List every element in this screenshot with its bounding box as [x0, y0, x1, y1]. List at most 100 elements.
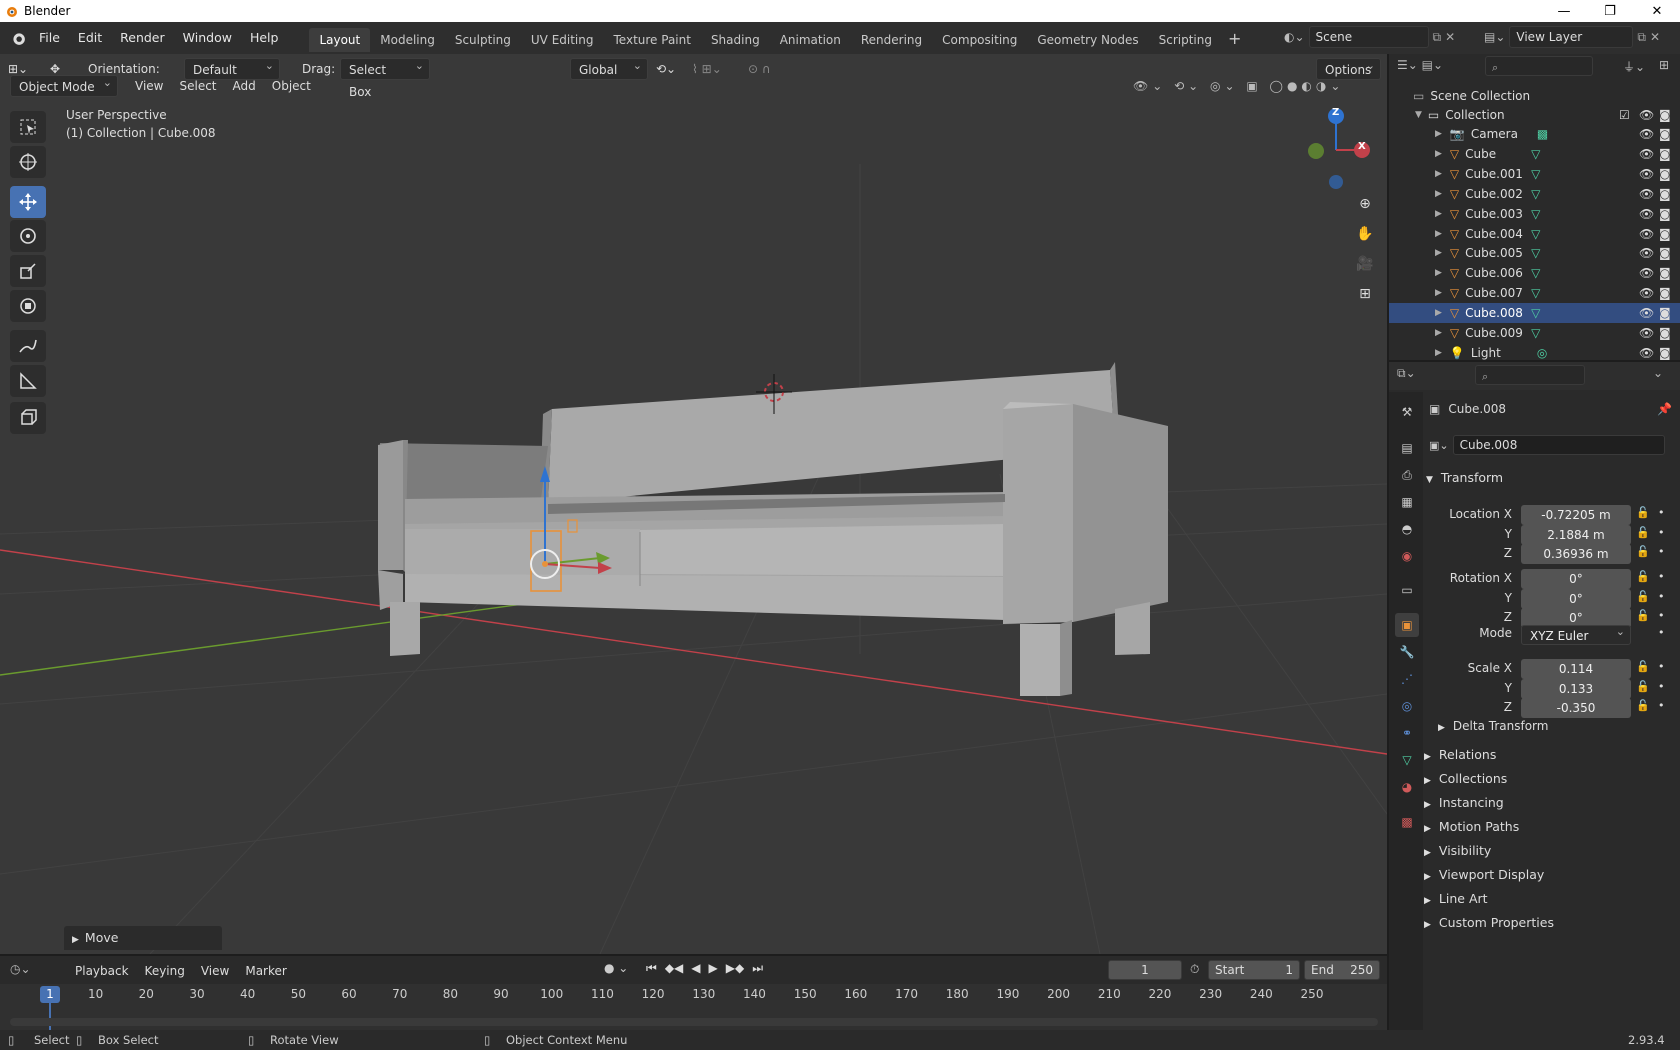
collection-eye-icon[interactable]: 👁 — [1639, 108, 1654, 122]
lock-icon[interactable]: 🔓 — [1636, 609, 1650, 622]
delta-transform-subpanel[interactable]: ▶ Delta Transform — [1438, 719, 1548, 733]
workspace-tab-modeling[interactable]: Modeling — [370, 28, 445, 52]
panel-instancing[interactable]: ▶ Instancing — [1424, 791, 1672, 814]
visibility-eye-icon[interactable]: 👁 — [1639, 227, 1654, 241]
collapse-arrow-icon[interactable]: ▼ — [1415, 110, 1422, 120]
keyframe-dot-icon[interactable]: • — [1658, 609, 1665, 622]
visibility-eye-icon[interactable]: 👁 — [1639, 306, 1654, 320]
mesh-data-icon[interactable]: ▽ — [1531, 306, 1540, 320]
outliner-row-cube-007[interactable]: ▶ ▽ Cube.007 ▽ 👁 ◙ — [1389, 283, 1680, 303]
properties-editor-type-icon[interactable]: ⧉⌄ — [1397, 366, 1416, 381]
location-y-field[interactable]: 2.1884 m — [1521, 524, 1631, 545]
expand-arrow-icon[interactable]: ▶ — [1435, 209, 1442, 219]
annotate-tool[interactable] — [10, 330, 46, 362]
render-tab-icon[interactable]: ▤ — [1395, 436, 1419, 460]
zoom-icon[interactable]: ⊕ — [1351, 190, 1379, 218]
outliner-row-cube-004[interactable]: ▶ ▽ Cube.004 ▽ 👁 ◙ — [1389, 224, 1680, 244]
end-frame-field[interactable]: End 250 — [1304, 960, 1380, 980]
properties-search-input[interactable]: ⌕ — [1475, 365, 1585, 385]
scale-x-field[interactable]: 0.114 — [1521, 659, 1631, 679]
mesh-data-icon[interactable]: ▽ — [1531, 227, 1540, 241]
add-cube-tool[interactable] — [10, 402, 46, 434]
minimize-button[interactable]: — — [1541, 0, 1587, 22]
panel-motion-paths[interactable]: ▶ Motion Paths — [1424, 815, 1672, 838]
viewport-shading-controls[interactable]: 👁⌄ ⟲⌄ ◎⌄ ▣ ◯●◐◑⌄ — [1133, 75, 1383, 97]
outliner-row-camera[interactable]: ▶ 📷 Camera ▩ 👁 ◙ — [1389, 124, 1680, 144]
timeline-editor-type-icon[interactable]: ◷⌄ — [10, 962, 31, 976]
visibility-eye-icon[interactable]: 👁 — [1639, 326, 1654, 340]
mesh-data-icon[interactable]: ▽ — [1531, 326, 1540, 340]
render-camera-icon[interactable]: ◙ — [1659, 227, 1671, 241]
keyframe-dot-icon[interactable]: • — [1658, 506, 1665, 519]
scale-z-field[interactable]: -0.350 — [1521, 698, 1631, 719]
nav-gizmo-y[interactable] — [1308, 143, 1324, 159]
render-camera-icon[interactable]: ◙ — [1659, 346, 1671, 360]
workspace-tab-texture-paint[interactable]: Texture Paint — [604, 28, 701, 52]
panel-custom-properties[interactable]: ▶ Custom Properties — [1424, 911, 1672, 934]
data-tab-icon[interactable]: ▽ — [1395, 748, 1419, 772]
playhead[interactable]: 1 — [40, 986, 60, 1003]
blender-menu-icon[interactable] — [10, 30, 26, 46]
world-tab-icon[interactable]: ◉ — [1395, 544, 1419, 568]
next-keyframe-icon[interactable]: ▶◆ — [726, 961, 744, 976]
output-tab-icon[interactable]: ⎙ — [1395, 463, 1419, 487]
outliner-editor-type-icon[interactable]: ☰⌄ ▤⌄ — [1397, 58, 1443, 72]
outliner-row-cube-008[interactable]: ▶ ▽ Cube.008 ▽ 👁 ◙ — [1389, 303, 1680, 324]
auto-keying-icon[interactable]: ● ⌄ — [604, 961, 628, 975]
mesh-data-icon[interactable]: ▽ — [1531, 246, 1540, 260]
scene-collection-row[interactable]: ▭ Scene Collection — [1389, 86, 1680, 106]
measure-tool[interactable] — [10, 365, 46, 397]
outliner-row-cube-002[interactable]: ▶ ▽ Cube.002 ▽ 👁 ◙ — [1389, 184, 1680, 204]
proportional-edit-icon[interactable]: ⊙ ∩ — [748, 58, 788, 80]
expand-arrow-icon[interactable]: ▶ — [1435, 268, 1442, 278]
lock-icon[interactable]: 🔓 — [1636, 526, 1650, 539]
viewport-menu-select[interactable]: Select — [172, 75, 223, 97]
mesh-data-icon[interactable]: ▽ — [1531, 266, 1540, 280]
outliner-row-cube-006[interactable]: ▶ ▽ Cube.006 ▽ 👁 ◙ — [1389, 263, 1680, 283]
add-workspace-button[interactable]: + — [1228, 29, 1241, 48]
panel-relations[interactable]: ▶ Relations — [1424, 743, 1672, 766]
rotation-y-field[interactable]: 0° — [1521, 588, 1631, 609]
pin-icon[interactable]: 📌 — [1657, 402, 1672, 416]
render-camera-icon[interactable]: ◙ — [1659, 286, 1671, 300]
workspace-tab-animation[interactable]: Animation — [770, 28, 851, 52]
panel-viewport-display[interactable]: ▶ Viewport Display — [1424, 863, 1672, 886]
current-frame-field[interactable]: 1 — [1108, 960, 1182, 980]
jump-end-icon[interactable]: ⏭ — [752, 961, 763, 976]
location-x-field[interactable]: -0.72205 m — [1521, 505, 1631, 525]
lock-icon[interactable]: 🔓 — [1636, 545, 1650, 558]
rotate-tool[interactable] — [10, 220, 46, 252]
transform-orientation-dropdown[interactable]: Global — [570, 55, 648, 80]
lock-icon[interactable]: 🔓 — [1636, 590, 1650, 603]
prev-keyframe-icon[interactable]: ◆◀ — [665, 961, 683, 976]
expand-arrow-icon[interactable]: ▶ — [1435, 189, 1442, 199]
new-collection-icon[interactable]: ⊞ — [1659, 58, 1669, 72]
workspace-tab-rendering[interactable]: Rendering — [851, 28, 932, 52]
outliner-row-cube-003[interactable]: ▶ ▽ Cube.003 ▽ 👁 ◙ — [1389, 204, 1680, 224]
visibility-eye-icon[interactable]: 👁 — [1639, 346, 1654, 360]
object-type-dropdown[interactable]: ▣⌄ — [1429, 439, 1449, 452]
constraints-tab-icon[interactable]: ⚭ — [1395, 721, 1419, 745]
viewport-menu-object[interactable]: Object — [265, 75, 318, 97]
3d-viewport[interactable]: Z X ⊞⌄ ✥ Orientation: Default Drag: Sele… — [0, 54, 1387, 954]
scene-tab-icon[interactable]: ◓ — [1395, 517, 1419, 541]
object-name-field[interactable]: Cube.008 — [1452, 435, 1665, 455]
texture-tab-icon[interactable]: ▩ — [1395, 810, 1419, 834]
viewport-menu-view[interactable]: View — [128, 75, 170, 97]
light-data-icon[interactable]: ◎ — [1537, 346, 1547, 360]
workspace-tab-layout[interactable]: Layout — [309, 28, 371, 52]
keyframe-dot-icon[interactable]: • — [1658, 570, 1665, 583]
lock-icon[interactable]: 🔓 — [1636, 570, 1650, 583]
last-operator-panel[interactable]: ▶ Move — [64, 926, 222, 950]
render-camera-icon[interactable]: ◙ — [1659, 187, 1671, 201]
mesh-data-icon[interactable]: ▽ — [1531, 147, 1540, 161]
collection-render-icon[interactable]: ◙ — [1659, 108, 1671, 122]
drag-dropdown[interactable]: Select Box — [340, 55, 430, 99]
expand-arrow-icon[interactable]: ▶ — [1435, 328, 1442, 338]
view-layer-icon[interactable]: ▤⌄ — [1484, 30, 1505, 44]
menu-window[interactable]: Window — [174, 22, 241, 54]
view-layer-delete-icon[interactable]: ✕ — [1650, 30, 1660, 44]
view-layer-field[interactable]: View Layer — [1509, 26, 1634, 48]
object-tab-icon[interactable]: ▣ — [1395, 613, 1419, 637]
mesh-data-icon[interactable]: ▽ — [1531, 207, 1540, 221]
